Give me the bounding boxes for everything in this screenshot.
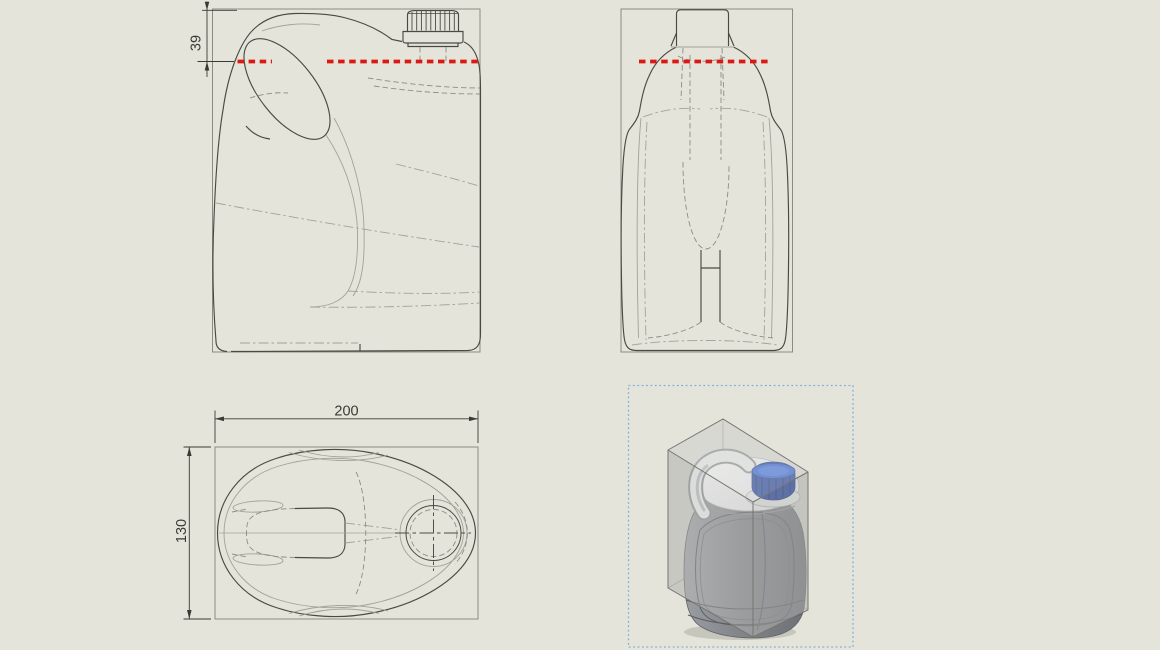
drawing-canvas[interactable]: 39 200 130 xyxy=(0,0,1160,650)
viewport-background xyxy=(0,0,1160,650)
dim39-value[interactable]: 39 xyxy=(189,35,205,51)
dim200-value[interactable]: 200 xyxy=(334,404,358,420)
dim130-value[interactable]: 130 xyxy=(174,519,190,543)
